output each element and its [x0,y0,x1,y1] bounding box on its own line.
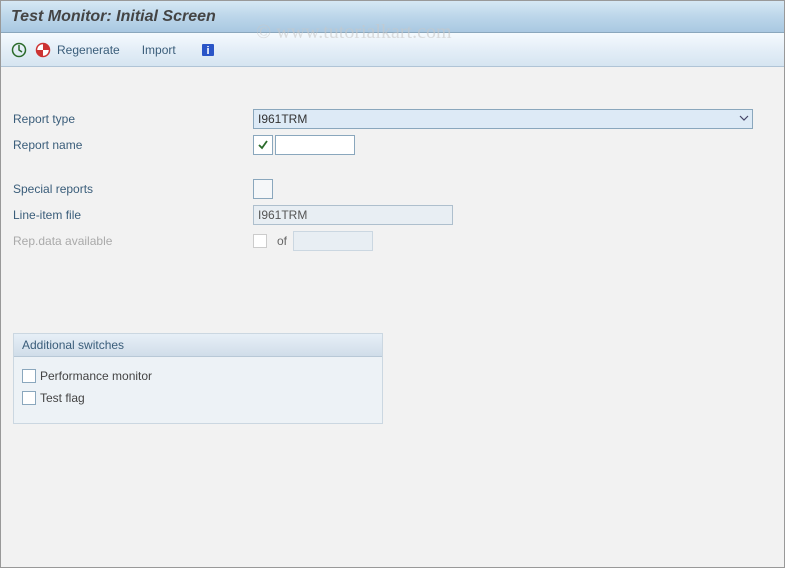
panel-header: Additional switches [14,334,382,357]
rep-data-checkbox [253,234,267,248]
form-area: Report type Report name Special reports … [1,67,784,436]
toolbar: Regenerate Import i [1,33,784,67]
special-reports-label: Special reports [13,182,253,196]
report-type-label: Report type [13,112,253,126]
additional-switches-panel: Additional switches Performance monitor … [13,333,383,424]
page-title: Test Monitor: Initial Screen [11,8,216,26]
report-type-input[interactable] [253,109,753,129]
svg-text:i: i [206,45,209,57]
report-type-select[interactable] [253,109,753,129]
of-text: of [277,234,287,248]
report-name-input[interactable] [275,135,355,155]
line-item-file-input [253,205,453,225]
report-name-checkbox[interactable] [253,135,273,155]
title-bar: Test Monitor: Initial Screen [1,1,784,33]
line-item-file-label: Line-item file [13,208,253,222]
report-name-label: Report name [13,138,253,152]
rep-data-of-value [293,231,373,251]
execute-icon[interactable] [9,40,29,60]
performance-monitor-checkbox[interactable] [22,369,36,383]
performance-monitor-label: Performance monitor [40,369,152,383]
test-flag-checkbox[interactable] [22,391,36,405]
import-button[interactable]: Import [142,43,176,57]
rep-data-label: Rep.data available [13,234,253,248]
test-flag-label: Test flag [40,391,85,405]
regenerate-icon[interactable] [33,40,53,60]
info-icon[interactable]: i [198,40,218,60]
regenerate-button[interactable]: Regenerate [57,43,120,57]
special-reports-checkbox[interactable] [253,179,273,199]
